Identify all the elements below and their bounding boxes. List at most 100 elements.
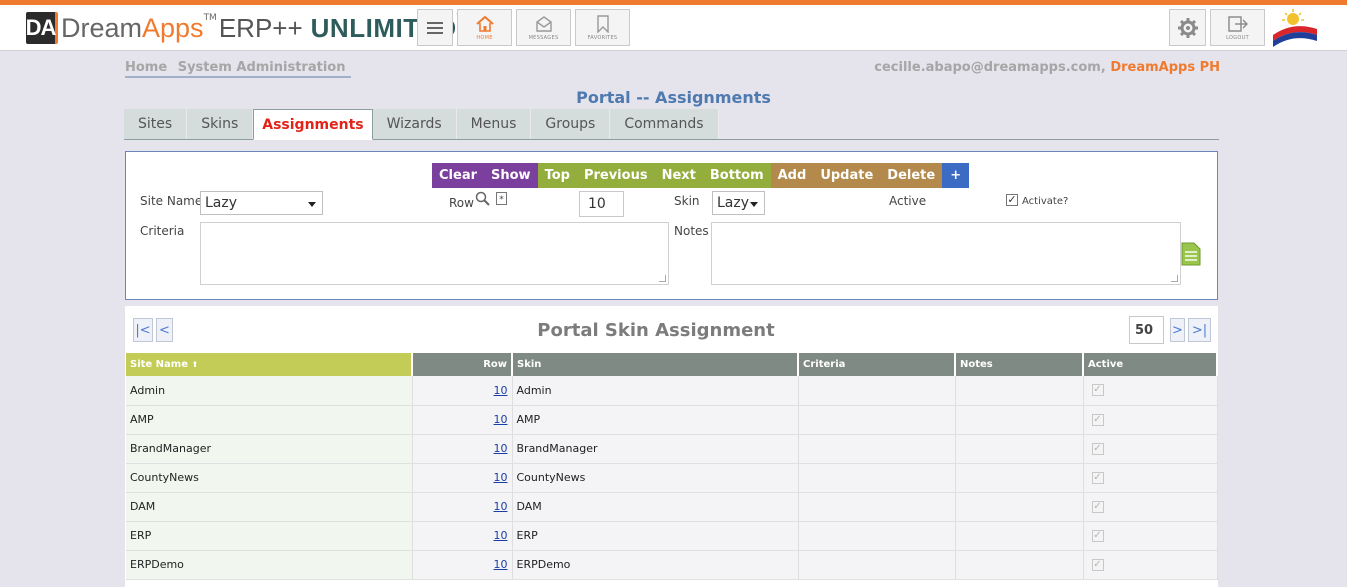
show-button[interactable]: Show: [484, 163, 538, 188]
gear-icon: [1177, 17, 1198, 38]
criteria-label: Criteria: [140, 224, 185, 238]
tab-groups[interactable]: Groups: [531, 109, 611, 139]
page-size-input[interactable]: 50: [1129, 316, 1164, 344]
notes-textarea[interactable]: [711, 222, 1181, 285]
cell-notes: [955, 550, 1084, 580]
assignment-table: Site Name ⬆ Row Skin Criteria Notes Acti…: [126, 353, 1218, 580]
delete-button[interactable]: Delete: [880, 163, 942, 188]
hamburger-icon: [427, 21, 443, 34]
table-row[interactable]: DAM 10 DAM ✓: [126, 492, 1218, 522]
favorites-button[interactable]: FAVORITES: [575, 9, 630, 46]
activate-checkbox[interactable]: ✓: [1006, 194, 1018, 206]
settings-button[interactable]: [1169, 9, 1206, 46]
resize-grip-icon[interactable]: [659, 275, 666, 282]
update-button[interactable]: Update: [813, 163, 880, 188]
row-input[interactable]: 10: [579, 191, 624, 217]
tab-wizards[interactable]: Wizards: [372, 109, 457, 139]
app-logo[interactable]: DA DreamAppsTM ERP++ UNLIMITEDTM: [26, 12, 470, 44]
column-header-site-name[interactable]: Site Name ⬆: [126, 353, 413, 376]
company-name[interactable]: DreamApps PH: [1110, 60, 1220, 75]
search-icon[interactable]: [474, 191, 492, 207]
edit-action-group: Add Update Delete: [770, 163, 943, 188]
tab-commands[interactable]: Commands: [610, 109, 719, 139]
tab-assignments[interactable]: Assignments: [253, 109, 373, 140]
bookmark-icon: [596, 14, 609, 33]
tab-skins[interactable]: Skins: [187, 109, 254, 139]
column-header-notes[interactable]: Notes: [955, 353, 1084, 376]
last-page-button[interactable]: >|: [1188, 318, 1211, 342]
cell-skin: BrandManager: [512, 434, 799, 464]
row-link[interactable]: 10: [494, 413, 508, 426]
breadcrumb-section-link[interactable]: System Administration: [178, 60, 346, 75]
philippines-flag-icon: [1273, 9, 1317, 47]
active-checkbox: ✓: [1091, 413, 1104, 426]
logo-erp-text: ERP++: [218, 12, 303, 43]
messages-icon: [535, 15, 552, 32]
active-label: Active: [889, 194, 927, 208]
document-icon[interactable]: [1180, 241, 1202, 267]
tab-sites[interactable]: Sites: [124, 109, 188, 139]
tab-menus[interactable]: Menus: [456, 109, 532, 139]
column-header-active[interactable]: Active: [1083, 353, 1218, 376]
column-header-criteria[interactable]: Criteria: [798, 353, 956, 376]
page-title: Portal -- Assignments: [576, 88, 771, 107]
cell-row: 10: [412, 492, 513, 522]
breadcrumb: Home System Administration: [125, 60, 352, 78]
home-icon: [475, 15, 494, 32]
tab-bar: Sites Skins Assignments Wizards Menus Gr…: [124, 109, 1219, 140]
cell-site-name: DAM: [126, 492, 413, 522]
next-button[interactable]: Next: [655, 163, 703, 188]
skin-select[interactable]: Lazy: [712, 191, 765, 215]
logo-mark: DA: [26, 12, 58, 44]
cell-active: ✓: [1083, 434, 1218, 464]
site-name-select[interactable]: Lazy: [200, 191, 323, 215]
cell-skin: ERPDemo: [512, 550, 799, 580]
messages-button[interactable]: MESSAGES: [516, 9, 571, 46]
cell-row: 10: [412, 521, 513, 551]
cell-row: 10: [412, 376, 513, 406]
table-row[interactable]: AMP 10 AMP ✓: [126, 405, 1218, 435]
column-header-skin[interactable]: Skin: [512, 353, 799, 376]
svg-text:*: *: [499, 195, 504, 205]
logout-button[interactable]: LOGOUT: [1210, 9, 1265, 46]
row-link[interactable]: 10: [494, 500, 508, 513]
row-link[interactable]: 10: [494, 529, 508, 542]
sort-ascending-icon: ⬆: [191, 360, 199, 369]
cell-notes: [955, 463, 1084, 493]
table-row[interactable]: BrandManager 10 BrandManager ✓: [126, 434, 1218, 464]
assignment-form-panel: Clear Show Top Previous Next Bottom Add …: [125, 151, 1218, 300]
home-button[interactable]: HOME: [457, 9, 512, 46]
row-link[interactable]: 10: [494, 471, 508, 484]
cell-criteria: [798, 434, 956, 464]
table-row[interactable]: Admin 10 Admin ✓: [126, 376, 1218, 406]
row-link[interactable]: 10: [494, 384, 508, 397]
column-header-row[interactable]: Row: [412, 353, 513, 376]
table-row[interactable]: CountyNews 10 CountyNews ✓: [126, 463, 1218, 493]
previous-button[interactable]: Previous: [577, 163, 655, 188]
table-row[interactable]: ERP 10 ERP ✓: [126, 521, 1218, 551]
table-row[interactable]: ERPDemo 10 ERPDemo ✓: [126, 550, 1218, 580]
cell-site-name: Admin: [126, 376, 413, 406]
next-page-button[interactable]: >: [1170, 318, 1185, 342]
breadcrumb-home-link[interactable]: Home: [125, 60, 167, 75]
bottom-button[interactable]: Bottom: [703, 163, 771, 188]
row-link[interactable]: 10: [494, 442, 508, 455]
add-button[interactable]: Add: [771, 163, 814, 188]
logout-label: LOGOUT: [1226, 34, 1249, 41]
criteria-textarea[interactable]: [200, 222, 669, 285]
user-email[interactable]: cecille.abapo@dreamapps.com: [874, 60, 1101, 75]
new-record-icon[interactable]: *: [495, 191, 509, 206]
plus-button[interactable]: +: [942, 163, 969, 188]
skin-label: Skin: [674, 194, 700, 208]
cell-criteria: [798, 463, 956, 493]
cell-notes: [955, 434, 1084, 464]
site-name-value: Lazy: [205, 195, 238, 211]
row-link[interactable]: 10: [494, 558, 508, 571]
hamburger-menu-button[interactable]: [417, 9, 453, 46]
cell-row: 10: [412, 463, 513, 493]
action-toolbar: Clear Show Top Previous Next Bottom Add …: [432, 163, 970, 188]
cell-skin: AMP: [512, 405, 799, 435]
top-button[interactable]: Top: [538, 163, 577, 188]
resize-grip-icon[interactable]: [1171, 275, 1178, 282]
clear-button[interactable]: Clear: [432, 163, 484, 188]
